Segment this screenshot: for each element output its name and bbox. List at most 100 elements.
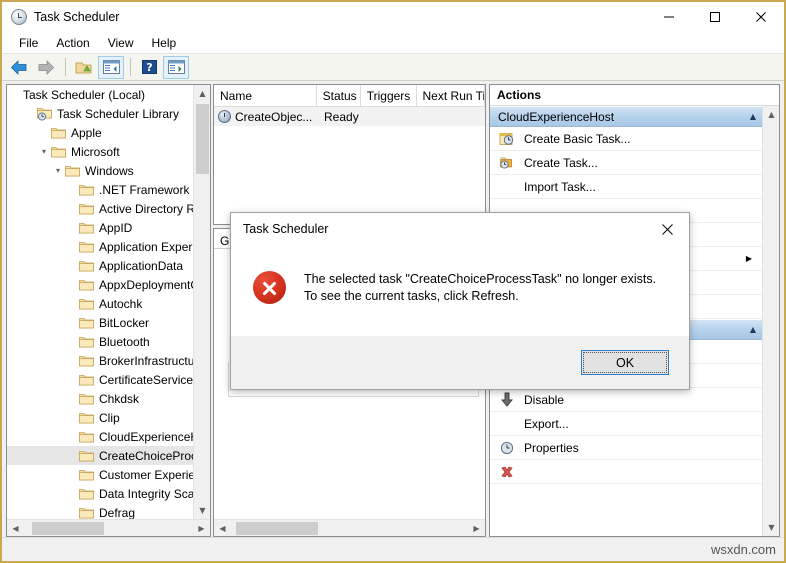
action-item-1-5[interactable]: [490, 460, 762, 484]
clock-folder-icon: [37, 107, 53, 121]
table-row[interactable]: CreateObjec... Ready: [214, 107, 485, 126]
tree-item-label: CertificateServices: [99, 373, 199, 387]
twisty-placeholder: [65, 465, 79, 484]
detail-horizontal-scrollbar[interactable]: ◀ ▶: [214, 519, 485, 536]
menu-file[interactable]: File: [10, 34, 47, 52]
tree-vertical-scrollbar[interactable]: ▲ ▼: [193, 85, 210, 519]
folder-icon: [79, 298, 94, 310]
chevron-right-icon[interactable]: ▶: [468, 520, 485, 537]
ok-button[interactable]: OK: [581, 350, 669, 375]
cell-status: Ready: [322, 110, 367, 124]
tree-item-label: Data Integrity Scan: [99, 487, 201, 501]
tree-item-microsoft[interactable]: ▾Microsoft: [7, 142, 210, 161]
back-button[interactable]: [6, 56, 32, 79]
dialog-close-button[interactable]: [645, 213, 689, 245]
tree-item-defrag[interactable]: Defrag: [7, 503, 210, 519]
tree-item-application-experie[interactable]: Application Experie: [7, 237, 210, 256]
menu-help[interactable]: Help: [143, 34, 186, 52]
tree-item-autochk[interactable]: Autochk: [7, 294, 210, 313]
dialog-content: The selected task "CreateChoiceProcessTa…: [231, 245, 689, 335]
tree-item-cloudexperienceh[interactable]: CloudExperienceH: [7, 427, 210, 446]
delete-x-icon: [498, 464, 516, 480]
properties-clock-icon: [498, 440, 516, 456]
chevron-up-icon[interactable]: ▲: [194, 85, 210, 102]
action-item-properties[interactable]: Properties: [490, 436, 762, 460]
up-folder-button[interactable]: [71, 56, 97, 79]
help-button[interactable]: ?: [136, 56, 162, 79]
tree-item-appxdeploymentc[interactable]: AppxDeploymentC: [7, 275, 210, 294]
tree-item-applicationdata[interactable]: ApplicationData: [7, 256, 210, 275]
menu-view[interactable]: View: [99, 34, 143, 52]
tree-item-data-integrity-scan[interactable]: Data Integrity Scan: [7, 484, 210, 503]
show-hide-action-pane-button[interactable]: [163, 56, 189, 79]
forward-button[interactable]: [33, 56, 59, 79]
tree-item-customer-experien[interactable]: Customer Experien: [7, 465, 210, 484]
tree-item-label: Clip: [99, 411, 120, 425]
console-tree-pane: Task Scheduler (Local)Task Scheduler Lib…: [6, 84, 211, 537]
folder-icon: [79, 488, 94, 500]
action-item-import-task[interactable]: Import Task...: [490, 175, 762, 199]
action-item-export[interactable]: Export...: [490, 412, 762, 436]
show-hide-tree-button[interactable]: [98, 56, 124, 79]
cell-name: CreateObjec...: [235, 110, 322, 124]
tree-item-createchoiceproce[interactable]: CreateChoiceProce: [7, 446, 210, 465]
chevron-down-icon[interactable]: ▾: [37, 142, 51, 161]
tree-item-bluetooth[interactable]: Bluetooth: [7, 332, 210, 351]
tab-general[interactable]: G: [220, 234, 229, 248]
action-item-create-basic-task[interactable]: Create Basic Task...: [490, 127, 762, 151]
column-header-triggers[interactable]: Triggers: [361, 85, 417, 106]
chevron-left-icon[interactable]: ◀: [7, 520, 24, 537]
tree-item-label: BrokerInfrastructur: [99, 354, 198, 368]
tree-item-clip[interactable]: Clip: [7, 408, 210, 427]
tree-item-label: CloudExperienceH: [99, 430, 199, 444]
tree-item-apple[interactable]: Apple: [7, 123, 210, 142]
tree-item-certificateservices[interactable]: CertificateServices: [7, 370, 210, 389]
action-item-disable[interactable]: Disable: [490, 388, 762, 412]
twisty-placeholder: [65, 503, 79, 519]
tree-item-windows[interactable]: ▾Windows: [7, 161, 210, 180]
icon-placeholder: [498, 416, 516, 432]
hscrollbar-thumb[interactable]: [236, 522, 318, 535]
toolbar: ?: [2, 54, 784, 81]
menu-bar: File Action View Help: [2, 32, 784, 54]
tree-item-bitlocker[interactable]: BitLocker: [7, 313, 210, 332]
chevron-down-icon[interactable]: ▼: [194, 502, 210, 519]
tree-item-task-scheduler-library[interactable]: Task Scheduler Library: [7, 104, 210, 123]
folder-icon: [79, 336, 94, 348]
chevron-down-icon[interactable]: ▼: [763, 519, 780, 536]
chevron-right-icon[interactable]: ▶: [193, 520, 210, 537]
scrollbar-thumb[interactable]: [196, 104, 209, 174]
tree-item-appid[interactable]: AppID: [7, 218, 210, 237]
tree-item-net-framework[interactable]: .NET Framework: [7, 180, 210, 199]
actions-vertical-scrollbar[interactable]: ▲ ▼: [762, 106, 779, 536]
tree-item-active-directory-ri[interactable]: Active Directory Ri: [7, 199, 210, 218]
chevron-up-icon[interactable]: ▲: [763, 106, 780, 123]
tree-item-brokerinfrastructur[interactable]: BrokerInfrastructur: [7, 351, 210, 370]
folder-icon: [65, 165, 80, 177]
column-header-status[interactable]: Status: [317, 85, 361, 106]
chevron-left-icon[interactable]: ◀: [214, 520, 231, 537]
twisty-placeholder: [65, 180, 79, 199]
column-header-name[interactable]: Name: [214, 85, 317, 106]
close-button[interactable]: [738, 2, 784, 32]
tree-item-chkdsk[interactable]: Chkdsk: [7, 389, 210, 408]
action-item-create-task[interactable]: Create Task...: [490, 151, 762, 175]
folder-icon: [79, 260, 94, 272]
chevron-up-icon[interactable]: ▲: [750, 325, 756, 334]
menu-action[interactable]: Action: [47, 34, 98, 52]
column-header-next-run-time[interactable]: Next Run Ti: [417, 85, 485, 106]
folder-icon: [79, 469, 94, 481]
chevron-right-icon[interactable]: ▶: [746, 254, 752, 263]
error-dialog: Task Scheduler The selected task "Create…: [230, 212, 690, 390]
twisty-placeholder: [65, 313, 79, 332]
tree-horizontal-scrollbar[interactable]: ◀ ▶: [7, 519, 210, 536]
chevron-down-icon[interactable]: ▾: [51, 161, 65, 180]
actions-group-header-cloudexperiencehost[interactable]: CloudExperienceHost▲: [490, 106, 762, 127]
minimize-button[interactable]: [646, 2, 692, 32]
tree-item-label: Customer Experien: [99, 468, 202, 482]
chevron-up-icon[interactable]: ▲: [750, 112, 756, 121]
tree-item-task-scheduler-local[interactable]: Task Scheduler (Local): [7, 85, 210, 104]
maximize-button[interactable]: [692, 2, 738, 32]
hscrollbar-thumb[interactable]: [32, 522, 104, 535]
tree-item-label: Autochk: [99, 297, 142, 311]
